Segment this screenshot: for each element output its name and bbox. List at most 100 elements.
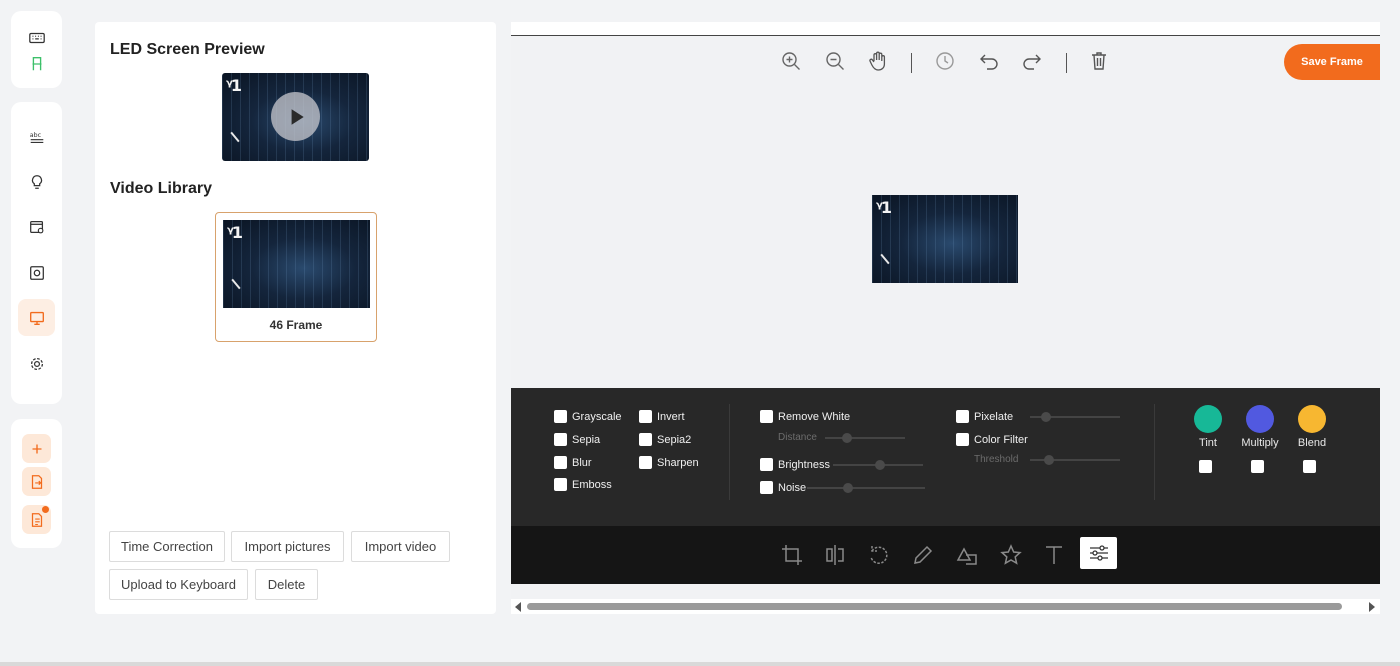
filter-divider (1154, 404, 1155, 500)
scroll-right-arrow[interactable] (1369, 602, 1375, 612)
delete-object-button[interactable] (1087, 49, 1111, 73)
distance-label: Distance (778, 432, 817, 443)
zoom-out-button[interactable] (823, 49, 847, 73)
tool-bar (511, 526, 1380, 584)
undo-button[interactable] (977, 49, 1001, 73)
sepia-checkbox[interactable]: Sepia (554, 433, 600, 446)
horizontal-scrollbar[interactable] (511, 599, 1380, 614)
add-button[interactable] (22, 434, 51, 463)
rail-group-top (11, 11, 62, 88)
remove-white-checkbox[interactable]: Remove White (760, 410, 850, 423)
sepia2-checkbox[interactable]: Sepia2 (639, 433, 691, 446)
redo-icon (1023, 54, 1041, 70)
scroll-left-arrow[interactable] (515, 602, 521, 612)
chair-button[interactable] (18, 45, 55, 82)
emboss-checkbox[interactable]: Emboss (554, 478, 612, 491)
brightness-slider[interactable] (833, 460, 923, 470)
multiply-color-swatch[interactable] (1246, 405, 1274, 433)
pixelate-slider[interactable] (1030, 412, 1120, 422)
upload-to-keyboard-button[interactable]: Upload to Keyboard (109, 569, 248, 600)
toolbar-separator (911, 53, 912, 73)
blend-label: Blend (1297, 437, 1327, 449)
tint-checkbox[interactable] (1199, 460, 1212, 473)
window-bottom-border (0, 662, 1400, 666)
noise-checkbox[interactable]: Noise (760, 481, 806, 494)
multiply-checkbox[interactable] (1251, 460, 1264, 473)
shape-button[interactable] (954, 542, 980, 568)
import-video-button[interactable]: Import video (351, 531, 450, 562)
color-filter-checkbox[interactable]: Color Filter (956, 433, 1028, 446)
svg-text:abc: abc (29, 132, 41, 139)
text-abc-icon: abc (29, 132, 43, 143)
icon-button[interactable] (998, 542, 1024, 568)
plus-icon (32, 444, 41, 453)
threshold-label: Threshold (974, 454, 1019, 465)
pixelate-checkbox[interactable]: Pixelate (956, 410, 1013, 423)
crop-button[interactable] (779, 542, 805, 568)
history-button[interactable] (933, 49, 957, 73)
redo-button[interactable] (1020, 49, 1044, 73)
zoom-in-button[interactable] (779, 49, 803, 73)
blend-checkbox[interactable] (1303, 460, 1316, 473)
file-doc-icon (31, 512, 42, 527)
play-button[interactable] (271, 92, 320, 141)
crop-icon (782, 545, 802, 565)
invert-checkbox[interactable]: Invert (639, 410, 685, 423)
toolbar-separator (1066, 53, 1067, 73)
zoom-out-icon (826, 52, 844, 70)
import-pictures-button[interactable]: Import pictures (231, 531, 344, 562)
grayscale-checkbox[interactable]: Grayscale (554, 410, 622, 423)
keyboard-icon (28, 32, 45, 43)
light-button[interactable] (18, 163, 55, 200)
settings-panel-button[interactable] (18, 254, 55, 291)
preview-glyph: ᵞ1 (226, 76, 242, 95)
rotate-icon (870, 546, 888, 564)
noise-slider[interactable] (807, 483, 925, 493)
preview-title: LED Screen Preview (110, 41, 265, 58)
filter-sliders-icon (1089, 545, 1108, 561)
blend-color-swatch[interactable] (1298, 405, 1326, 433)
brightness-checkbox[interactable]: Brightness (760, 458, 830, 471)
notification-dot (42, 506, 49, 513)
scroll-thumb[interactable] (527, 603, 1342, 610)
document-button[interactable] (22, 505, 51, 534)
time-correction-button[interactable]: Time Correction (109, 531, 225, 562)
library-title: Video Library (110, 180, 212, 197)
monitor-button[interactable] (18, 299, 55, 336)
flip-button[interactable] (822, 542, 848, 568)
trash-icon (1092, 52, 1106, 70)
led-preview-player[interactable]: ᵞ1 (222, 73, 369, 161)
gear-button[interactable] (18, 345, 55, 382)
browser-settings-button[interactable] (18, 208, 55, 245)
file-import-icon (31, 474, 42, 489)
monitor-icon (29, 311, 44, 325)
library-item[interactable]: ᵞ1 46 Frame (215, 212, 377, 342)
undo-icon (980, 54, 998, 70)
text-button[interactable]: abc (18, 118, 55, 155)
delete-button[interactable]: Delete (255, 569, 318, 600)
play-icon (291, 108, 304, 125)
pan-button[interactable] (866, 49, 890, 73)
save-frame-button[interactable]: Save Frame (1284, 44, 1380, 80)
rail-group-middle: abc (11, 102, 62, 404)
threshold-slider[interactable] (1030, 455, 1120, 465)
filter-button[interactable] (1080, 537, 1117, 569)
text-tool-button[interactable] (1041, 542, 1067, 568)
blur-checkbox[interactable]: Blur (554, 456, 592, 469)
filter-divider (729, 404, 730, 500)
multiply-label: Multiply (1241, 437, 1279, 449)
history-icon (936, 52, 954, 70)
rail-group-bottom (11, 419, 62, 548)
text-icon (1046, 546, 1062, 564)
image-editor: Save Frame ᵞ1 Grayscale Sepia Blur Embos… (511, 22, 1380, 614)
draw-button[interactable] (910, 542, 936, 568)
gear-icon (30, 357, 43, 370)
import-file-button[interactable] (22, 467, 51, 496)
canvas-image[interactable]: ᵞ1 (872, 195, 1018, 283)
distance-slider[interactable] (825, 433, 905, 443)
rotate-button[interactable] (866, 542, 892, 568)
chair-icon (32, 56, 41, 70)
sharpen-checkbox[interactable]: Sharpen (639, 456, 699, 469)
tint-color-swatch[interactable] (1194, 405, 1222, 433)
library-item-label: 46 Frame (269, 318, 323, 332)
